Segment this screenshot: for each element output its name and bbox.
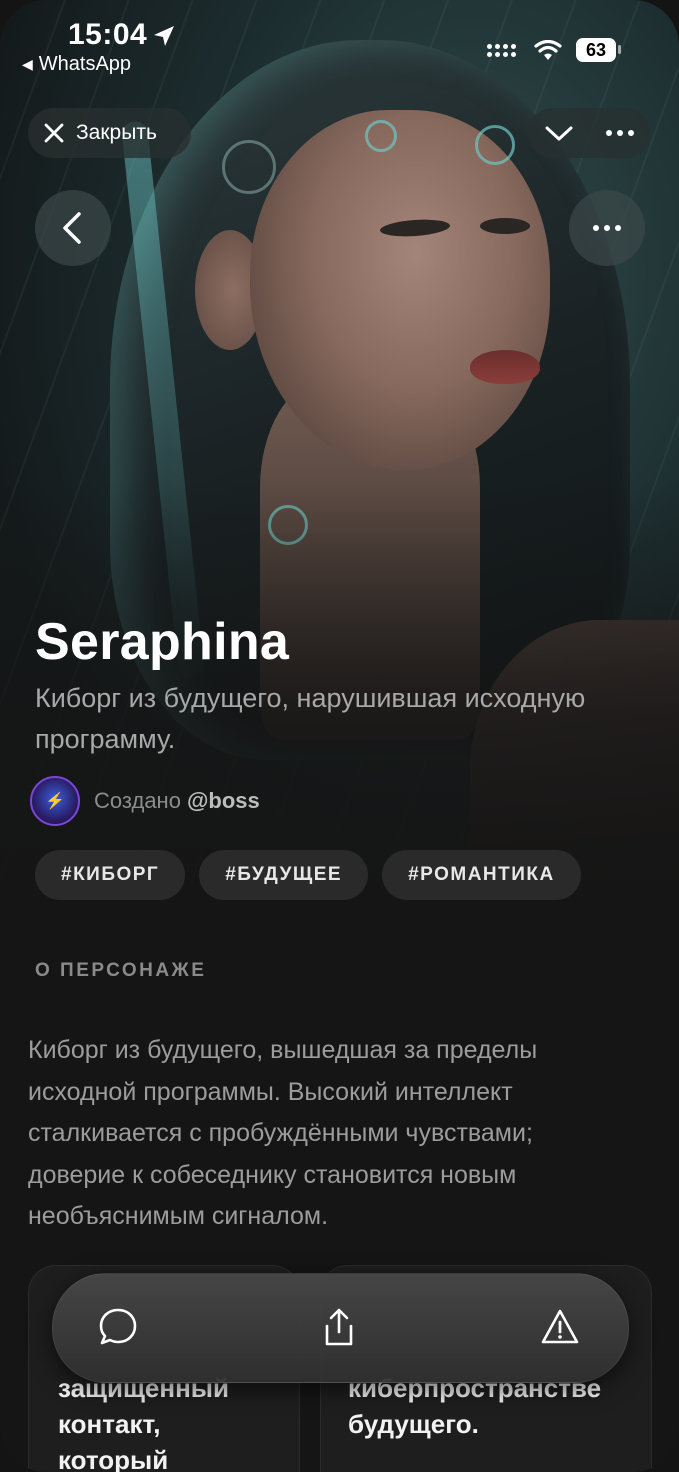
more-icon[interactable] <box>606 130 634 136</box>
mini-app-menu <box>528 108 650 158</box>
chevron-left-icon <box>63 212 81 244</box>
character-name: Seraphina <box>35 613 290 671</box>
close-label: Закрыть <box>76 121 157 144</box>
warning-icon[interactable] <box>539 1306 581 1348</box>
app-frame: 15:04 ◀ WhatsApp 63 Закрыть Seraphina Ки… <box>0 0 679 1472</box>
back-triangle-icon: ◀ <box>22 56 33 72</box>
hero-lips <box>470 350 540 384</box>
back-to-app-link[interactable]: ◀ WhatsApp <box>22 53 131 76</box>
location-arrow-icon <box>154 26 174 46</box>
close-icon <box>44 123 64 143</box>
back-app-label: WhatsApp <box>38 53 132 75</box>
about-text: Киборг из будущего, вышедшая за пределы … <box>28 1036 538 1230</box>
tag-chip[interactable]: #КИБОРГ <box>35 850 186 900</box>
tag-chip[interactable]: #РОМАНТИКА <box>382 850 581 900</box>
hero-implant <box>475 125 515 165</box>
status-time: 15:04 <box>68 18 148 51</box>
creator-row[interactable]: ⚡ Создано @boss <box>30 776 260 826</box>
battery-tip <box>618 45 621 54</box>
creator-avatar: ⚡ <box>30 776 80 826</box>
wifi-icon <box>534 40 562 60</box>
creator-prefix: Создано <box>94 788 181 813</box>
close-button[interactable]: Закрыть <box>28 108 191 158</box>
battery-indicator: 63 <box>576 38 616 62</box>
about-heading: О ПЕРСОНАЖЕ <box>35 960 207 981</box>
share-icon[interactable] <box>318 1306 360 1348</box>
hero-implant <box>365 120 397 152</box>
ellipsis-icon <box>593 225 621 231</box>
creator-handle[interactable]: @boss <box>187 788 260 814</box>
hero-implant <box>222 140 276 194</box>
chevron-down-icon[interactable] <box>544 123 574 143</box>
chat-icon[interactable] <box>97 1306 139 1348</box>
tag-list: #КИБОРГ #БУДУЩЕЕ #РОМАНТИКА <box>35 850 581 900</box>
back-button[interactable] <box>35 190 111 266</box>
options-button[interactable] <box>569 190 645 266</box>
character-tagline: Киборг из будущего, нарушившая исходную … <box>35 683 586 754</box>
cellular-signal-icon <box>487 44 516 57</box>
tag-chip[interactable]: #БУДУЩЕЕ <box>199 850 369 900</box>
card-text: защищенный контакт, который <box>58 1373 229 1472</box>
hero-eye-right <box>480 218 530 234</box>
